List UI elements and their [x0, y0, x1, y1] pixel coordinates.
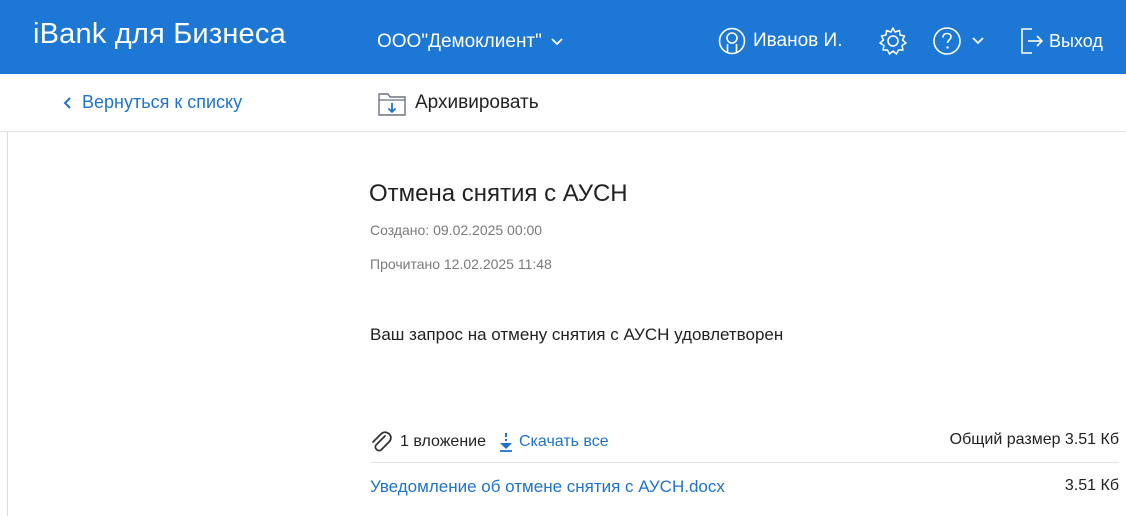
- archive-button[interactable]: Архивировать: [377, 88, 539, 118]
- paperclip-icon: [372, 431, 392, 452]
- top-header: iBank для Бизнеса ООО"Демоклиент" Иванов…: [0, 0, 1126, 74]
- archive-label: Архивировать: [415, 92, 539, 113]
- chevron-left-icon: [63, 96, 71, 109]
- organization-selector[interactable]: ООО"Демоклиент": [377, 31, 564, 53]
- help-icon: [933, 27, 961, 55]
- attachments-total-size: Общий размер 3.51 Кб: [949, 431, 1119, 448]
- content-divider: [7, 132, 8, 516]
- back-label: Вернуться к списку: [82, 92, 243, 112]
- logout-button[interactable]: Выход: [1020, 25, 1103, 57]
- download-icon: [499, 433, 512, 452]
- archive-folder-icon: [378, 93, 406, 116]
- logout-label: Выход: [1049, 30, 1103, 51]
- read-date: Прочитано 12.02.2025 11:48: [370, 256, 552, 272]
- chevron-down-icon: [972, 37, 984, 45]
- attachment-file-link[interactable]: Уведомление об отмене снятия с АУСН.docx: [370, 477, 725, 497]
- attachments-header: 1 вложение Скачать все Общий размер 3.51…: [370, 431, 1119, 463]
- user-menu[interactable]: Иванов И.: [718, 26, 842, 56]
- attachments-summary: 1 вложение Скачать все: [370, 431, 609, 453]
- app-brand[interactable]: iBank для Бизнеса: [33, 18, 286, 51]
- help-menu[interactable]: [931, 25, 985, 57]
- download-all-link[interactable]: Скачать все: [498, 432, 609, 452]
- chevron-down-icon: [551, 38, 563, 46]
- user-icon: [718, 27, 746, 55]
- attachment-file-size: 3.51 Кб: [1064, 477, 1119, 494]
- download-all-label: Скачать все: [518, 433, 609, 450]
- action-toolbar: Вернуться к списку Архивировать: [0, 74, 1126, 132]
- back-to-list-link[interactable]: Вернуться к списку: [62, 92, 242, 113]
- gear-icon[interactable]: [877, 25, 909, 57]
- message-body: Ваш запрос на отмену снятия с АУСН удовл…: [370, 325, 784, 344]
- user-name: Иванов И.: [753, 30, 843, 51]
- message-title: Отмена снятия с АУСН: [369, 180, 628, 207]
- created-date: Создано: 09.02.2025 00:00: [370, 222, 543, 238]
- attachment-row: Уведомление об отмене снятия с АУСН.docx…: [370, 477, 1119, 503]
- organization-name: ООО"Демоклиент": [377, 31, 542, 52]
- attachments-count: 1 вложение: [400, 433, 486, 450]
- logout-icon: [1021, 28, 1044, 54]
